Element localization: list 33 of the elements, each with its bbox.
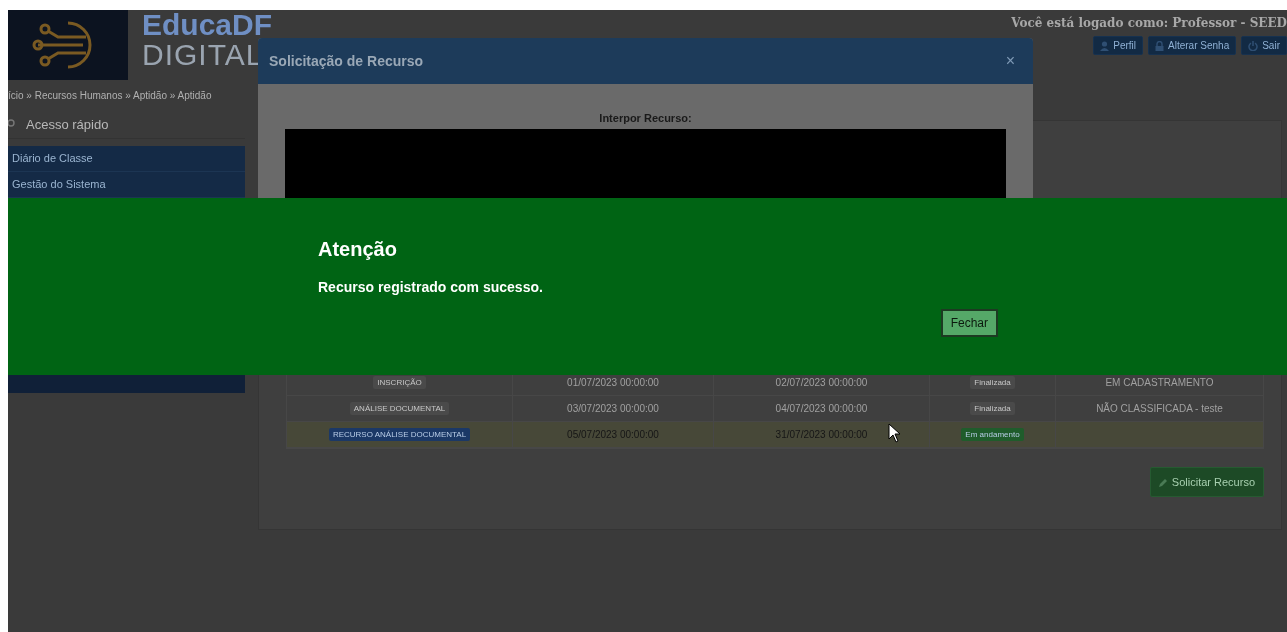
field-label: Interpor Recurso: [599, 112, 692, 124]
power-icon [1248, 40, 1259, 51]
result-text: NÃO CLASSIFICADA - teste [1096, 403, 1223, 414]
end-date-text: 02/07/2023 00:00:00 [775, 377, 868, 388]
status-badge: Finalizada [970, 376, 1015, 389]
request-appeal-button[interactable]: Solicitar Recurso [1149, 467, 1264, 497]
brand-name: EducaDF [142, 10, 273, 40]
stage-badge: ANÁLISE DOCUMENTAL [349, 402, 450, 415]
close-button[interactable]: × [999, 51, 1021, 71]
status-badge: Finalizada [970, 402, 1015, 415]
quick-access-field[interactable]: Acesso rápido [24, 115, 228, 133]
alert-message: Recurso registrado com sucesso. [318, 279, 544, 295]
header-button[interactable]: Alterar Senha [1148, 36, 1237, 55]
header-button[interactable]: Perfil [1093, 36, 1144, 55]
sidebar-item[interactable]: Diário de Classe [8, 146, 245, 172]
status-badge: Em andamento [961, 428, 1024, 441]
alert-title: Atenção [318, 238, 398, 261]
user-icon [1100, 40, 1110, 51]
pencil-icon [1158, 477, 1168, 487]
end-date-text: 04/07/2023 00:00:00 [775, 403, 868, 414]
start-date-text: 03/07/2023 00:00:00 [567, 403, 659, 414]
breadcrumb: ício » Recursos Humanos » Aptidão » Aptidão [8, 90, 213, 103]
header-button[interactable]: Sair [1241, 36, 1287, 55]
modal-title: Solicitação de Recurso [269, 53, 424, 69]
result-text: EM CADASTRAMENTO [1105, 377, 1214, 388]
logged-user-text: Você está logado como: Professor - SEED [1011, 16, 1287, 30]
mouse-pointer-icon [888, 423, 902, 443]
stage-badge: INSCRIÇÃO [373, 376, 426, 389]
sidebar-item[interactable]: Gestão do Sistema [8, 172, 245, 198]
lock-icon [1155, 40, 1165, 51]
close-alert-button[interactable]: Fechar [940, 309, 998, 337]
stage-badge: RECURSO ANÁLISE DOCUMENTAL [328, 428, 471, 441]
start-date-text: 01/07/2023 00:00:00 [567, 377, 659, 388]
